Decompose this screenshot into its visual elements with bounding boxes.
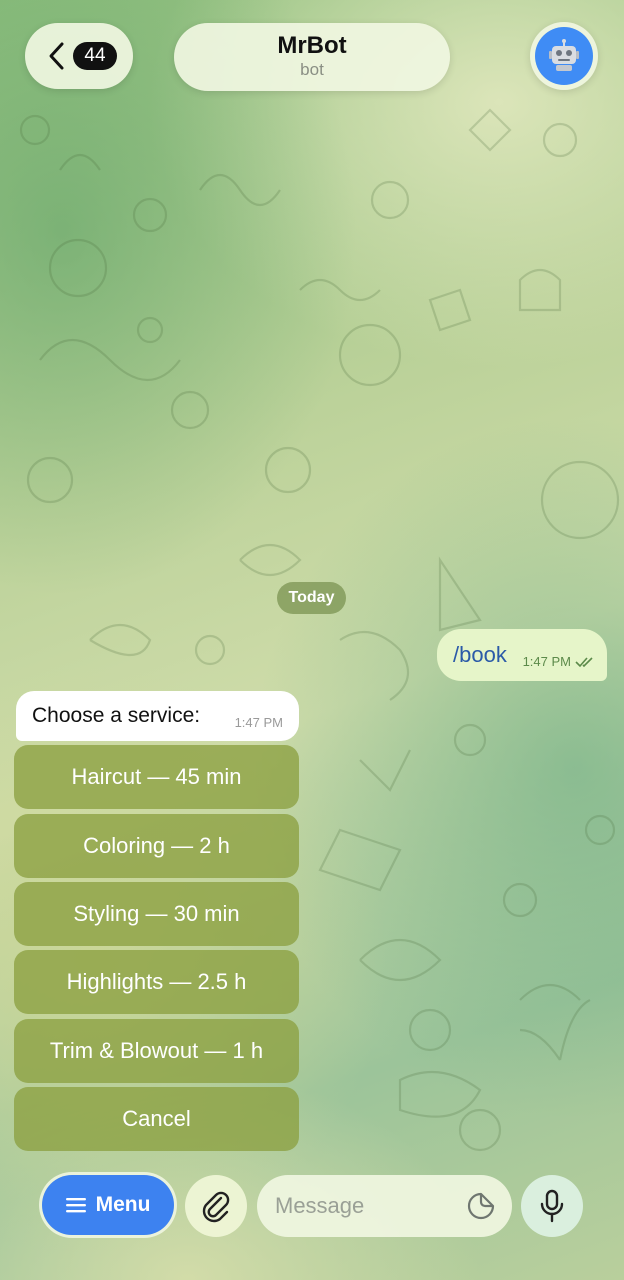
- bot-avatar-button[interactable]: [530, 22, 598, 90]
- service-haircut-button[interactable]: Haircut — 45 min: [14, 745, 299, 809]
- attach-button[interactable]: [185, 1175, 247, 1237]
- back-button[interactable]: 44: [25, 23, 133, 89]
- cancel-button[interactable]: Cancel: [14, 1087, 299, 1151]
- date-separator: Today: [277, 582, 346, 614]
- outgoing-message-text[interactable]: /book: [453, 642, 507, 668]
- sticker-icon[interactable]: [466, 1191, 496, 1221]
- outgoing-message-meta: 1:47 PM: [523, 654, 595, 669]
- unread-count-badge: 44: [73, 42, 117, 70]
- microphone-button[interactable]: [521, 1175, 583, 1237]
- outgoing-message-time: 1:47 PM: [522, 654, 571, 669]
- paperclip-icon: [202, 1191, 230, 1223]
- incoming-message-text: Choose a service:: [32, 704, 201, 727]
- chat-title: MrBot: [277, 32, 347, 59]
- microphone-icon: [540, 1189, 564, 1223]
- outgoing-message[interactable]: /book 1:47 PM: [437, 629, 607, 681]
- avatar: [535, 27, 593, 85]
- chat-subtitle: bot: [300, 60, 324, 79]
- chat-header: 44 MrBot bot: [0, 0, 624, 110]
- robot-icon: [549, 39, 579, 71]
- chat-title-pill[interactable]: MrBot bot: [174, 23, 450, 91]
- hamburger-icon: [65, 1198, 86, 1213]
- double-check-icon: [575, 656, 593, 667]
- composer-bar: Menu: [0, 1170, 624, 1280]
- incoming-message-time: 1:47 PM: [234, 715, 283, 730]
- message-input[interactable]: [275, 1193, 450, 1219]
- message-field[interactable]: [257, 1175, 512, 1237]
- menu-label: Menu: [95, 1193, 151, 1216]
- service-trim-blowout-button[interactable]: Trim & Blowout — 1 h: [14, 1019, 299, 1083]
- chevron-left-icon: [49, 42, 64, 70]
- service-highlights-button[interactable]: Highlights — 2.5 h: [14, 950, 299, 1014]
- service-coloring-button[interactable]: Coloring — 2 h: [14, 814, 299, 878]
- incoming-message[interactable]: Choose a service: 1:47 PM: [16, 691, 299, 741]
- bot-menu-button[interactable]: Menu: [42, 1175, 174, 1235]
- service-styling-button[interactable]: Styling — 30 min: [14, 882, 299, 946]
